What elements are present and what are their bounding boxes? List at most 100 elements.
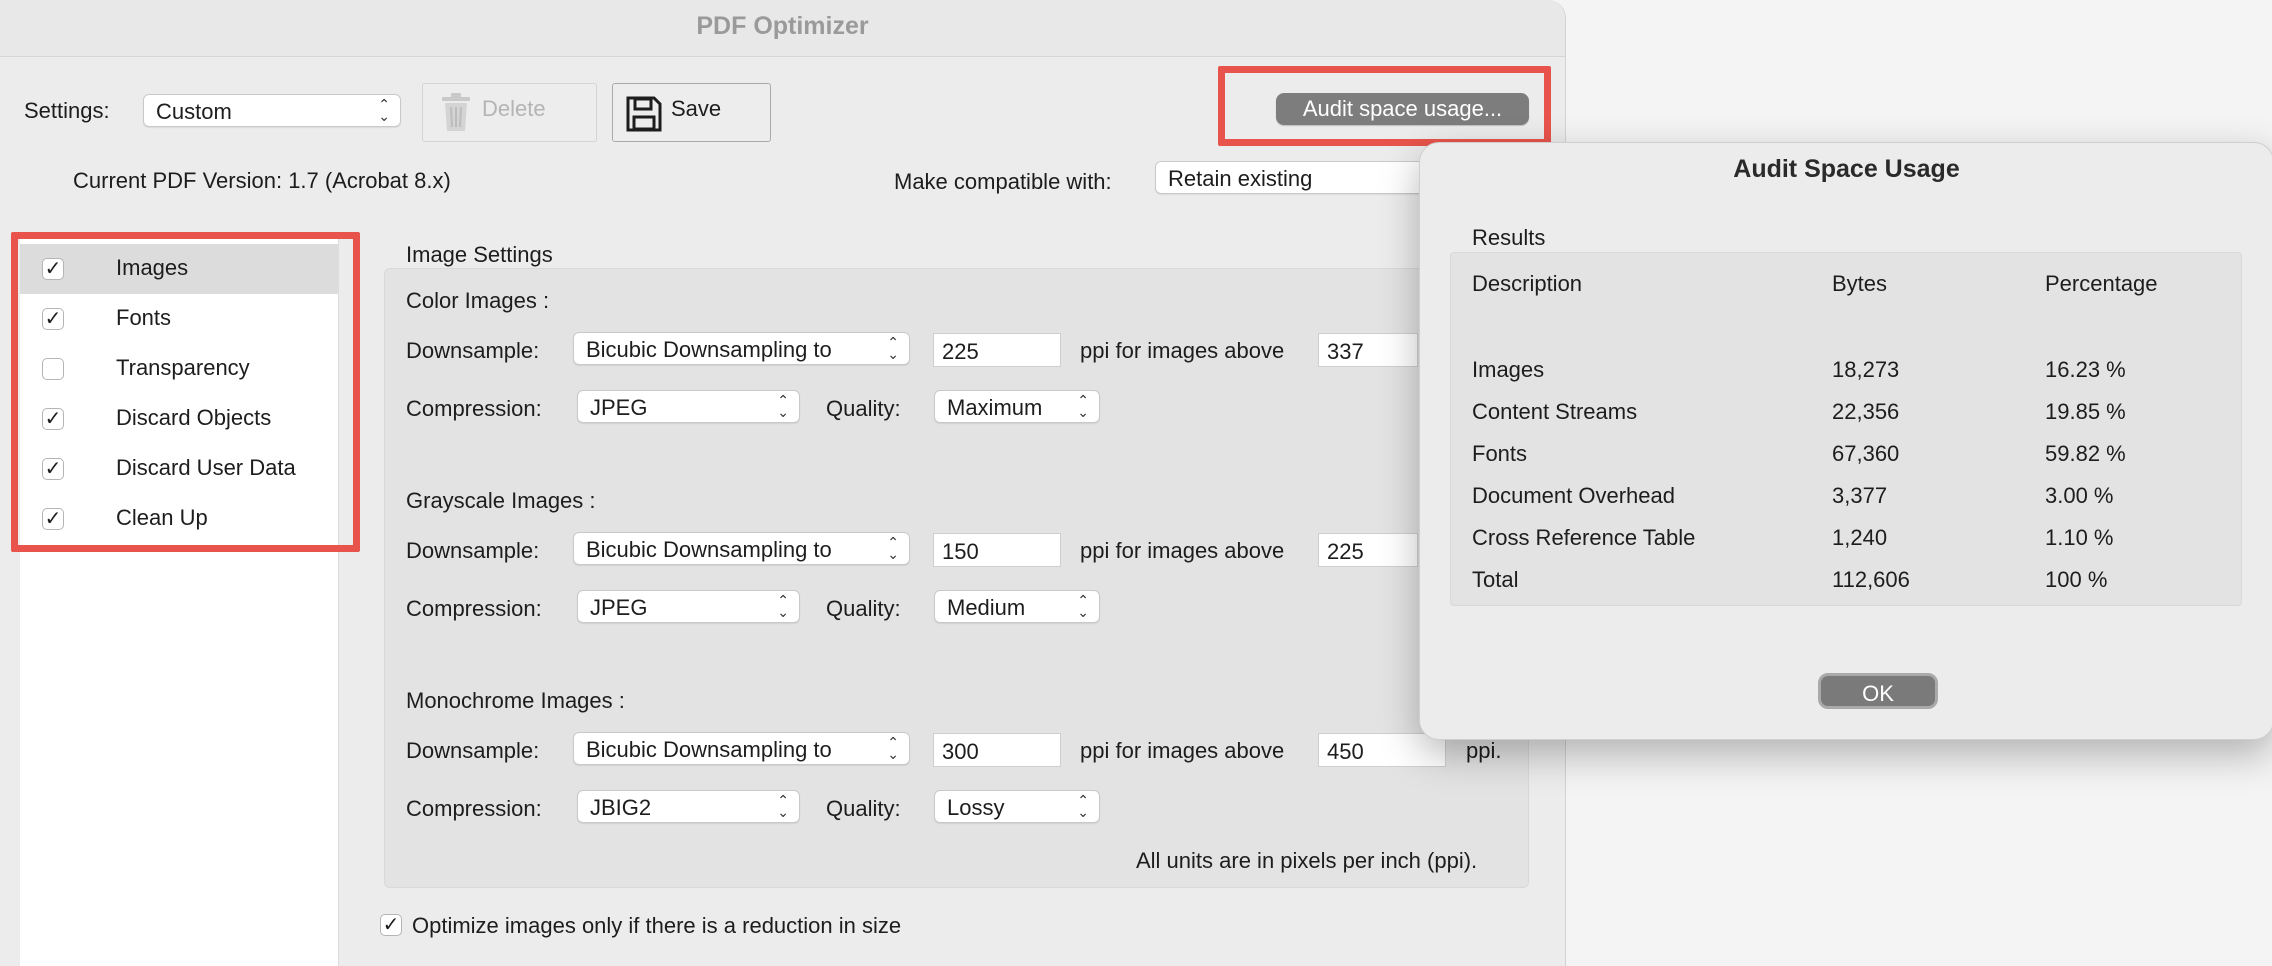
settings-select[interactable]: Custom ⌃ ⌄ [143, 94, 401, 127]
grayscale-above-field[interactable]: 225 [1318, 533, 1418, 567]
row-bytes: 112,606 [1832, 567, 1910, 592]
row-percentage: 16.23 % [2045, 357, 2126, 382]
sidebar-item-label: Discard User Data [116, 455, 296, 480]
ppi-above-label: ppi for images above [1080, 338, 1285, 363]
audit-space-usage-button[interactable]: Audit space usage... [1276, 93, 1529, 125]
monochrome-ppi-field[interactable]: 300 [933, 733, 1061, 767]
row-percentage: 59.82 % [2045, 441, 2126, 466]
downsample-label: Downsample: [406, 338, 540, 363]
ppi-suffix: ppi. [1466, 738, 1502, 763]
monochrome-downsample-value: Bicubic Downsampling to [586, 737, 832, 762]
chevron-updown-icon: ⌃ ⌄ [777, 592, 789, 620]
row-description: Cross Reference Table [1472, 525, 1696, 550]
chevron-updown-icon: ⌃ ⌄ [887, 534, 899, 562]
color-quality-select[interactable]: Maximum ⌃ ⌄ [934, 390, 1100, 423]
optimize-checkbox[interactable]: ✓ [380, 914, 402, 936]
sidebar-item-fonts[interactable]: ✓ Fonts [20, 294, 338, 344]
dialog-title: Audit Space Usage [1733, 155, 1960, 183]
chevron-updown-icon: ⌃ ⌄ [777, 392, 789, 420]
checkbox-transparency[interactable] [42, 358, 64, 380]
grayscale-compression-value: JPEG [590, 595, 648, 620]
compression-label: Compression: [406, 596, 542, 621]
settings-label: Settings: [24, 98, 110, 123]
optimizer-sidebar: ✓ Images ✓ Fonts Transparency ✓ Discard … [20, 237, 339, 966]
make-compatible-label: Make compatible with: [894, 169, 1112, 194]
checkbox-discard-objects[interactable]: ✓ [42, 408, 64, 430]
units-note: All units are in pixels per inch (ppi). [1136, 848, 1478, 873]
sidebar-item-label: Discard Objects [116, 405, 272, 430]
row-description: Document Overhead [1472, 483, 1675, 508]
grayscale-downsample-select[interactable]: Bicubic Downsampling to ⌃ ⌄ [573, 532, 910, 565]
sidebar-item-discard-user-data[interactable]: ✓ Discard User Data [20, 444, 338, 494]
checkbox-images[interactable]: ✓ [42, 258, 64, 280]
chevron-updown-icon: ⌃ ⌄ [777, 792, 789, 820]
sidebar-item-clean-up[interactable]: ✓ Clean Up [20, 494, 338, 544]
image-settings-title: Image Settings [406, 242, 553, 267]
color-ppi-field[interactable]: 225 [933, 333, 1061, 367]
checkbox-discard-user-data[interactable]: ✓ [42, 458, 64, 480]
audit-space-usage-dialog: Audit Space Usage Results Description By… [1419, 142, 2272, 740]
monochrome-images-heading: Monochrome Images : [406, 688, 625, 713]
ppi-above-label: ppi for images above [1080, 738, 1285, 763]
title-bar: PDF Optimizer [0, 0, 1565, 57]
grayscale-ppi-field[interactable]: 150 [933, 533, 1061, 567]
color-downsample-value: Bicubic Downsampling to [586, 337, 832, 362]
grayscale-quality-value: Medium [947, 595, 1026, 620]
chevron-updown-icon: ⌃ ⌄ [887, 734, 899, 762]
make-compatible-value: Retain existing [1168, 166, 1313, 191]
delete-button[interactable]: Delete [422, 83, 597, 142]
row-bytes: 67,360 [1832, 441, 1900, 466]
quality-label: Quality: [826, 596, 901, 621]
row-description: Content Streams [1472, 399, 1638, 424]
chevron-updown-icon: ⌃ ⌄ [887, 334, 899, 362]
sidebar-item-transparency[interactable]: Transparency [20, 344, 338, 394]
grayscale-quality-select[interactable]: Medium ⌃ ⌄ [934, 590, 1100, 623]
optimize-label: Optimize images only if there is a reduc… [412, 913, 902, 938]
make-compatible-select[interactable]: Retain existing [1155, 161, 1435, 194]
monochrome-downsample-select[interactable]: Bicubic Downsampling to ⌃ ⌄ [573, 732, 910, 765]
chevron-updown-icon: ⌃ ⌄ [378, 96, 390, 124]
chevron-updown-icon: ⌃ ⌄ [1077, 392, 1089, 420]
row-percentage: 19.85 % [2045, 399, 2126, 424]
monochrome-quality-value: Lossy [947, 795, 1005, 820]
column-header-percentage: Percentage [2045, 271, 2158, 296]
color-compression-select[interactable]: JPEG ⌃ ⌄ [577, 390, 800, 423]
delete-button-label: Delete [482, 96, 546, 121]
settings-select-value: Custom [156, 99, 232, 124]
monochrome-quality-select[interactable]: Lossy ⌃ ⌄ [934, 790, 1100, 823]
sidebar-item-images[interactable]: ✓ Images [20, 244, 338, 294]
monochrome-compression-value: JBIG2 [590, 795, 652, 820]
row-description: Fonts [1472, 441, 1528, 466]
monochrome-compression-select[interactable]: JBIG2 ⌃ ⌄ [577, 790, 800, 823]
sidebar-item-label: Images [116, 255, 189, 280]
chevron-updown-icon: ⌃ ⌄ [1077, 792, 1089, 820]
save-button[interactable]: Save [612, 83, 771, 142]
compression-label: Compression: [406, 796, 542, 821]
compression-label: Compression: [406, 396, 542, 421]
grayscale-images-heading: Grayscale Images : [406, 488, 596, 513]
grayscale-downsample-value: Bicubic Downsampling to [586, 537, 832, 562]
floppy-disk-icon [626, 96, 662, 137]
monochrome-above-field[interactable]: 450 [1318, 733, 1446, 767]
color-quality-value: Maximum [947, 395, 1043, 420]
column-header-bytes: Bytes [1832, 271, 1888, 296]
column-header-description: Description [1472, 271, 1583, 296]
downsample-label: Downsample: [406, 538, 540, 563]
checkbox-clean-up[interactable]: ✓ [42, 508, 64, 530]
color-downsample-select[interactable]: Bicubic Downsampling to ⌃ ⌄ [573, 332, 910, 365]
quality-label: Quality: [826, 796, 901, 821]
row-description: Total [1472, 567, 1519, 592]
ppi-above-label: ppi for images above [1080, 538, 1285, 563]
color-above-field[interactable]: 337 [1318, 333, 1418, 367]
row-bytes: 3,377 [1832, 483, 1888, 508]
row-percentage: 1.10 % [2045, 525, 2114, 550]
results-table: Description Bytes Percentage Images 18,2… [1450, 252, 2242, 606]
checkbox-fonts[interactable]: ✓ [42, 308, 64, 330]
window-title: PDF Optimizer [696, 12, 869, 40]
grayscale-compression-select[interactable]: JPEG ⌃ ⌄ [577, 590, 800, 623]
sidebar-item-discard-objects[interactable]: ✓ Discard Objects [20, 394, 338, 444]
downsample-label: Downsample: [406, 738, 540, 763]
trash-icon [439, 91, 473, 138]
sidebar-item-label: Transparency [116, 355, 250, 380]
ok-button[interactable]: OK [1818, 673, 1938, 709]
